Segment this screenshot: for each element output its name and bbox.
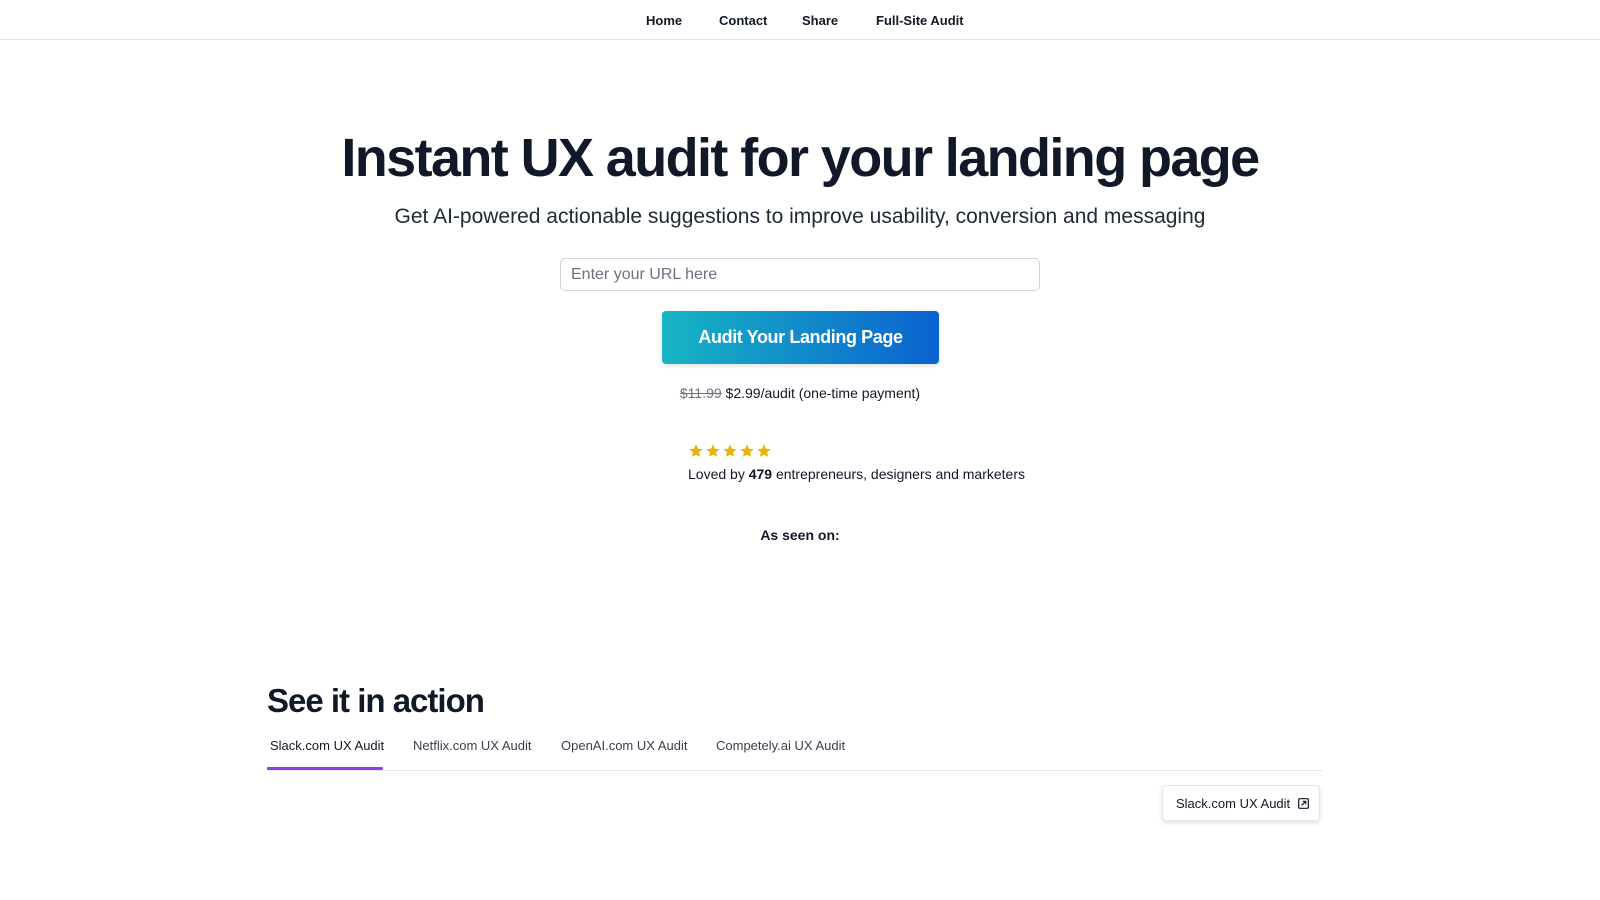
star-icon [689,444,703,457]
tab-competely-audit[interactable]: Competely.ai UX Audit [716,738,845,753]
top-nav: Home Contact Share Full-Site Audit [0,0,1600,40]
tab-slack-audit[interactable]: Slack.com UX Audit [270,738,384,753]
slack-audit-link-card[interactable]: Slack.com UX Audit [1162,785,1320,821]
nav-link-share[interactable]: Share [802,13,838,28]
hero-subtitle: Get AI-powered actionable suggestions to… [394,205,1206,228]
nav-link-contact[interactable]: Contact [719,13,767,28]
tab-netflix-audit[interactable]: Netflix.com UX Audit [413,738,532,753]
url-input[interactable] [560,258,1040,291]
active-tab-indicator [267,767,383,770]
loved-count: 479 [748,466,773,482]
tab-openai-audit[interactable]: OpenAI.com UX Audit [561,738,687,753]
external-link-icon [1298,797,1310,809]
as-seen-on-label: As seen on: [760,527,840,543]
loved-by-text: Loved by 479 entrepreneurs, designers an… [688,466,1025,482]
old-price: $11.99 [679,385,722,401]
star-icon [706,444,720,457]
nav-link-full-site-audit[interactable]: Full-Site Audit [876,13,964,28]
loved-prefix: Loved by [688,466,745,482]
audit-landing-page-button[interactable]: Audit Your Landing Page [662,311,939,364]
star-icon [723,444,737,457]
star-icon [740,444,754,457]
price-line: $11.99 $2.99/audit (one-time payment) [0,385,1600,401]
audit-card-label: Slack.com UX Audit [1176,795,1291,811]
rating-stars [688,443,772,461]
nav-link-home[interactable]: Home [646,13,682,28]
current-price: $2.99/audit (one-time payment) [725,385,921,401]
loved-suffix: entrepreneurs, designers and marketers [775,466,1025,482]
see-it-in-action-title: See it in action [267,682,485,719]
star-icon [757,444,771,457]
hero-title: Instant UX audit for your landing page [341,128,1260,188]
tabs-divider [267,770,1322,771]
